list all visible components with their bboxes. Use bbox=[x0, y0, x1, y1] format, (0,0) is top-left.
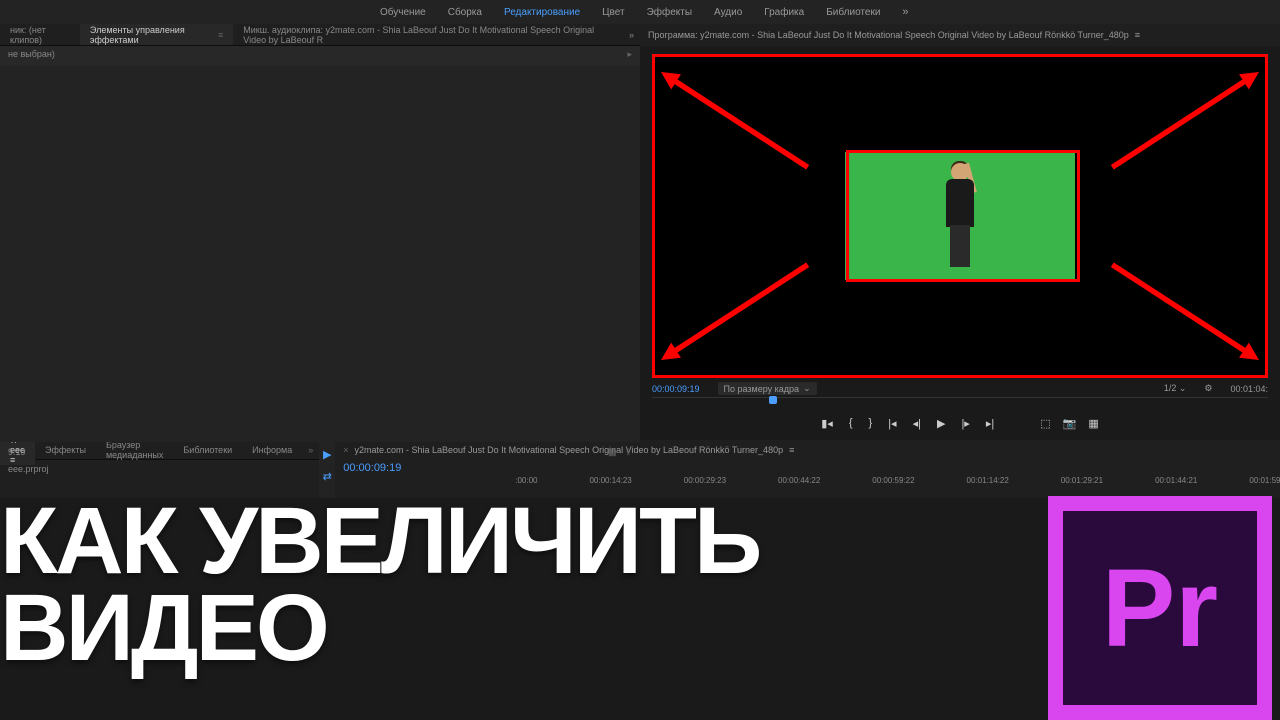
program-scrubber[interactable] bbox=[652, 397, 1268, 411]
workspace-tabs-bar: Обучение Сборка Редактирование Цвет Эффе… bbox=[0, 0, 1280, 24]
transport-controls: ▮◂ { } |◂ ◂| ▶ |▸ ▸| ⬚ 📷 ▦ bbox=[652, 413, 1268, 434]
program-duration: 00:01:04: bbox=[1230, 384, 1268, 394]
left-stack: ник: (нет клипов) Элементы управления эф… bbox=[0, 24, 640, 440]
program-header: Программа: y2mate.com - Shia LaBeouf Jus… bbox=[640, 24, 1280, 46]
chevron-right-icon[interactable]: ▸ bbox=[627, 49, 632, 63]
seq-menu-icon[interactable]: ≡ bbox=[789, 445, 794, 455]
tab-effect-controls[interactable]: Элементы управления эффектами≡ bbox=[80, 24, 233, 45]
resolution-dropdown[interactable]: 1/2 ⌄ bbox=[1164, 383, 1187, 394]
source-timecode: 9:19 bbox=[8, 447, 26, 457]
tab-overflow[interactable]: » bbox=[623, 24, 640, 45]
footer-icon-1[interactable]: ▦ bbox=[608, 447, 617, 458]
program-monitor[interactable] bbox=[652, 54, 1268, 378]
program-menu-icon[interactable]: ≡ bbox=[1135, 30, 1140, 40]
wrench-icon[interactable]: ⚙ bbox=[1204, 383, 1212, 394]
effect-controls-header: не выбран) ▸ bbox=[0, 46, 640, 66]
source-footer: 9:19 ▦ ⇪ bbox=[0, 442, 640, 462]
program-panel: Программа: y2mate.com - Shia LaBeouf Jus… bbox=[640, 24, 1280, 440]
time-mark: 00:00:44:22 bbox=[778, 476, 820, 492]
ripple-tool-icon[interactable]: ⇄ bbox=[319, 468, 335, 484]
tab-audio-mixer[interactable]: Микш. аудиоклипа: y2mate.com - Shia LaBe… bbox=[233, 24, 623, 45]
zoom-fit-dropdown[interactable]: По размеру кадра⌄ bbox=[718, 382, 817, 395]
tab-editing[interactable]: Редактирование bbox=[504, 7, 580, 18]
premiere-logo: Pr bbox=[1048, 496, 1272, 720]
go-to-out-icon[interactable]: ▸| bbox=[986, 417, 994, 430]
play-icon[interactable]: ▶ bbox=[937, 417, 945, 430]
camera-icon[interactable]: 📷 bbox=[1063, 417, 1077, 430]
tab-learning[interactable]: Обучение bbox=[380, 7, 426, 18]
tab-color[interactable]: Цвет bbox=[602, 7, 624, 18]
annotation-arrow-tr bbox=[1107, 64, 1264, 174]
time-mark: 00:01:14:22 bbox=[967, 476, 1009, 492]
annotation-inner-rect bbox=[846, 150, 1080, 282]
effect-controls-body bbox=[0, 66, 640, 442]
no-clip-label: не выбран) bbox=[8, 49, 55, 63]
tab-source[interactable]: ник: (нет клипов) bbox=[0, 24, 80, 45]
extract-icon[interactable]: ▦ bbox=[1088, 417, 1098, 430]
project-file-label: eee.prproj bbox=[0, 460, 319, 478]
mark-bracket-in-icon[interactable]: { bbox=[849, 417, 853, 430]
main-row: ник: (нет клипов) Элементы управления эф… bbox=[0, 24, 1280, 440]
time-mark: 00:01:59:21 bbox=[1249, 476, 1280, 492]
lift-icon[interactable]: ⬚ bbox=[1040, 417, 1050, 430]
overflow-icon[interactable]: » bbox=[902, 6, 908, 18]
tab-graphics[interactable]: Графика bbox=[764, 7, 804, 18]
panel-menu-icon[interactable]: ≡ bbox=[218, 30, 223, 40]
annotation-arrow-tl bbox=[656, 64, 813, 174]
tab-effects[interactable]: Эффекты bbox=[647, 7, 692, 18]
export-frame-icon[interactable]: ⇪ bbox=[624, 447, 632, 458]
thumbnail-overlay: КАК УВЕЛИЧИТЬ ВИДЕО Pr bbox=[0, 498, 1280, 720]
playhead-icon[interactable] bbox=[769, 396, 777, 404]
tab-audio[interactable]: Аудио bbox=[714, 7, 742, 18]
program-timecode[interactable]: 00:00:09:19 bbox=[652, 384, 700, 394]
timeline-timecode[interactable]: 00:00:09:19 bbox=[335, 460, 1280, 476]
time-mark: 00:01:44:21 bbox=[1155, 476, 1197, 492]
mark-bracket-out-icon[interactable]: } bbox=[869, 417, 873, 430]
time-mark: 00:00:59:22 bbox=[872, 476, 914, 492]
tab-assembly[interactable]: Сборка bbox=[448, 7, 482, 18]
tab-libraries[interactable]: Библиотеки bbox=[826, 7, 880, 18]
program-title: Программа: y2mate.com - Shia LaBeouf Jus… bbox=[648, 30, 1129, 40]
annotation-arrow-bl bbox=[656, 257, 813, 367]
overlay-title: КАК УВЕЛИЧИТЬ ВИДЕО bbox=[0, 498, 759, 673]
chevron-down-icon: ⌄ bbox=[803, 383, 811, 394]
mark-in-icon[interactable]: ▮◂ bbox=[821, 417, 833, 430]
annotation-arrow-br bbox=[1107, 257, 1264, 367]
source-panel-tabs: ник: (нет клипов) Элементы управления эф… bbox=[0, 24, 640, 46]
step-forward-icon[interactable]: |▸ bbox=[961, 417, 969, 430]
go-to-in-icon[interactable]: |◂ bbox=[888, 417, 896, 430]
program-controls: 00:00:09:19 По размеру кадра⌄ 1/2 ⌄ ⚙ 00… bbox=[640, 380, 1280, 436]
time-mark: 00:01:29:21 bbox=[1061, 476, 1103, 492]
step-back-icon[interactable]: ◂| bbox=[913, 417, 921, 430]
